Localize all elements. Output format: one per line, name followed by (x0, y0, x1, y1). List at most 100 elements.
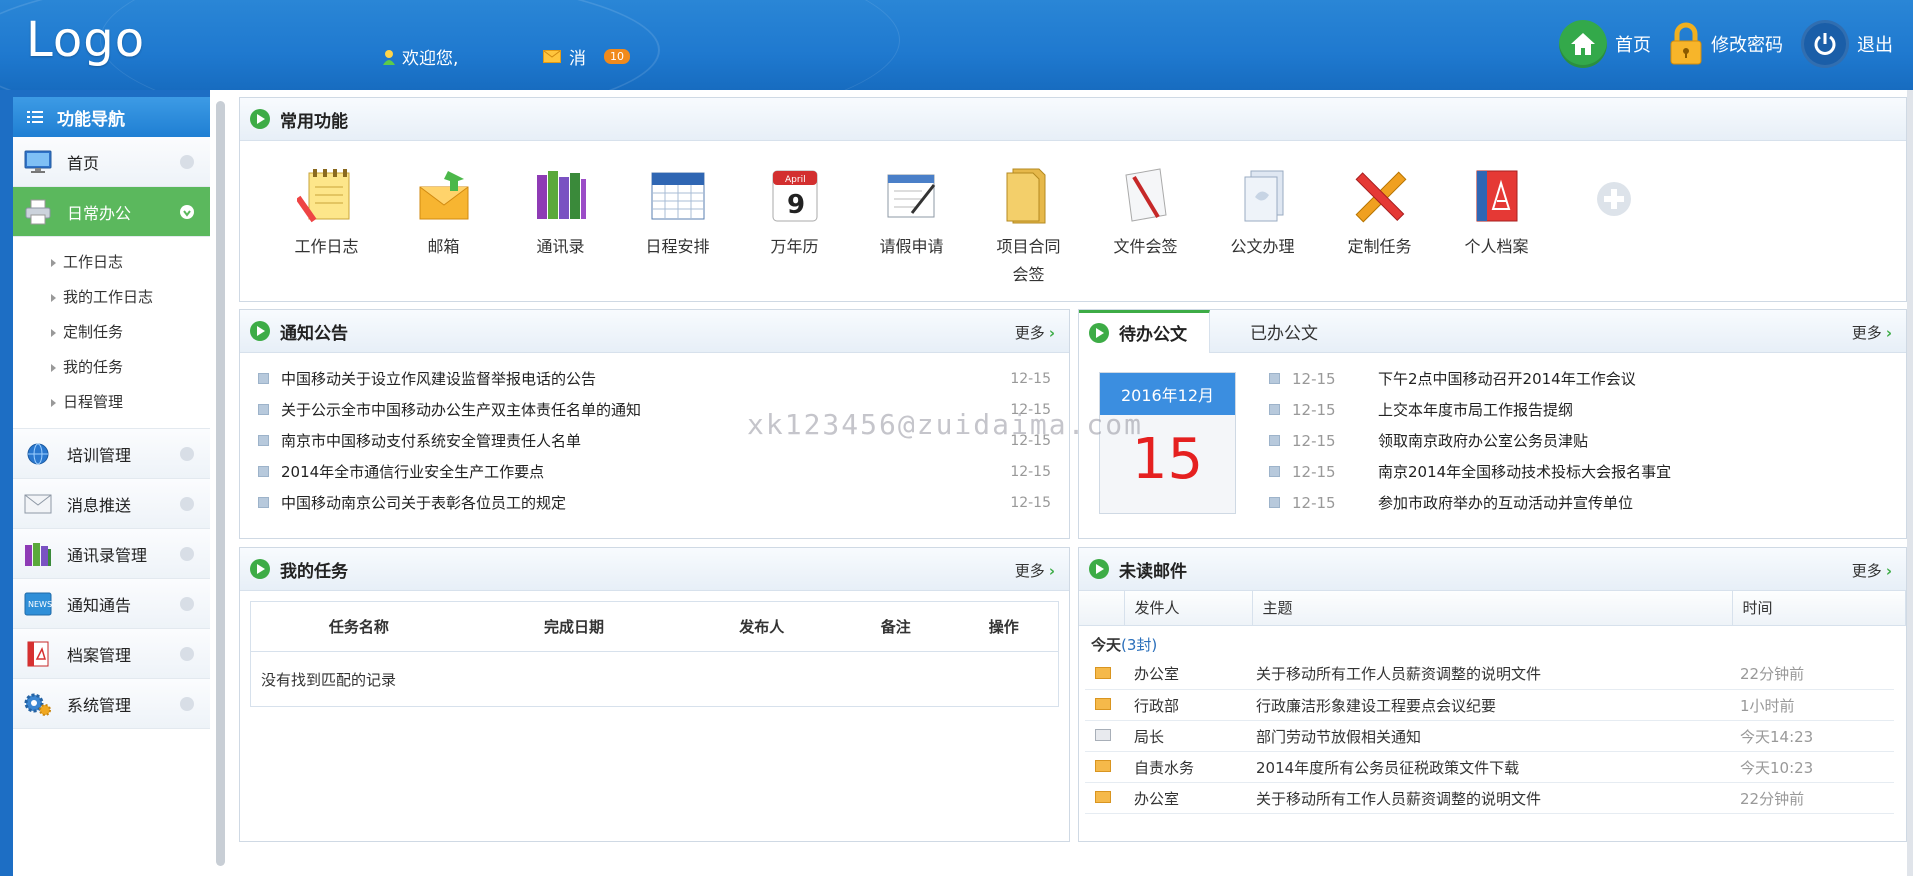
more-link[interactable]: 更多 › (1852, 322, 1892, 343)
column-header[interactable]: 备注 (842, 601, 950, 652)
mail-time: 22分钟前 (1730, 782, 1894, 814)
list-item[interactable]: 南京市中国移动支付系统安全管理责任人名单 12-15 (258, 425, 1051, 456)
sidebar-header: 功能导航 (13, 97, 210, 137)
sidebar-item-label: 消息推送 (67, 495, 132, 515)
bullet-icon (1269, 373, 1280, 384)
submenu-item[interactable]: 日程管理 (13, 385, 210, 420)
mail-table: 发件人 主题 时间 (1079, 591, 1906, 626)
list-item[interactable]: 12-15 下午2点中国移动召开2014年工作会议 (1269, 363, 1889, 394)
logout-button[interactable]: 退出 (1801, 20, 1893, 68)
submenu-item[interactable]: 我的任务 (13, 350, 210, 385)
add-shortcut-button[interactable] (1555, 165, 1672, 289)
submenu-item[interactable]: 我的工作日志 (13, 280, 210, 315)
sidebar-item-label: 档案管理 (67, 645, 132, 665)
tab-processed-documents[interactable]: 已办公文 (1210, 310, 1340, 353)
table-row[interactable]: 局长 部门劳动节放假相关通知 今天14:23 (1085, 720, 1894, 752)
pdf-icon (1476, 170, 1517, 222)
sidebar-item-contacts[interactable]: 通讯录管理 (13, 529, 210, 579)
column-header[interactable]: 完成日期 (466, 601, 682, 652)
shortcut-perpetual-calendar[interactable]: April 9 万年历 (736, 165, 853, 289)
tab-pending-documents[interactable]: 待办公文 (1079, 309, 1210, 353)
list-item[interactable]: 中国移动关于设立作风建设监督举报电话的公告 12-15 (258, 363, 1051, 394)
shortcut-label: 定制任务 (1347, 237, 1412, 256)
message-link[interactable]: 消 10 (543, 44, 630, 69)
panel-header: 待办公文 已办公文 更多 › (1079, 309, 1906, 353)
shortcut-schedule[interactable]: 日程安排 (619, 165, 736, 289)
sidebar-item-daily-office[interactable]: 日常办公 (13, 187, 210, 237)
shortcut-contacts[interactable]: 通讯录 (502, 165, 619, 289)
mail-subject: 部门劳动节放假相关通知 (1246, 720, 1730, 752)
list-item[interactable]: 12-15 领取南京政府办公室公务员津贴 (1269, 425, 1889, 456)
my-tasks-panel: 我的任务 更多 › 任务名称 完成日期 发布人 备注 操作 没有找到匹配的记录 (239, 547, 1070, 842)
doc-date: 12-15 (1292, 462, 1336, 481)
document-pen-icon (1124, 168, 1167, 222)
submenu-item[interactable]: 工作日志 (13, 245, 210, 280)
sidebar-item-training[interactable]: 培训管理 (13, 429, 210, 479)
more-label: 更多 (1014, 562, 1045, 580)
unread-mail-panel: 未读邮件 更多 › 发件人 主题 时间 今天(3封) 办公室 关于移动所有工作人员薪… (1078, 547, 1907, 842)
sidebar-scrollbar[interactable] (216, 101, 225, 866)
list-item[interactable]: 12-15 参加市政府举办的互动活动并宣传单位 (1269, 487, 1889, 518)
shortcut-file-signoff[interactable]: 文件会签 (1087, 165, 1204, 289)
notice-date: 12-15 (1010, 494, 1051, 511)
page-scrollbar[interactable] (1907, 90, 1913, 876)
more-link[interactable]: 更多 › (1015, 322, 1055, 343)
mail-time: 22分钟前 (1730, 658, 1894, 690)
mail-from: 行政部 (1124, 689, 1246, 721)
doc-date: 12-15 (1292, 369, 1336, 388)
message-label: 消 (569, 49, 586, 69)
date-calendar-widget: 2016年12月 15 (1099, 372, 1236, 514)
shortcut-personal-archive[interactable]: 个人档案 (1438, 165, 1555, 289)
play-icon (1089, 559, 1109, 579)
column-header[interactable]: 发件人 (1124, 591, 1253, 626)
panel-header: 未读邮件 更多 › (1079, 548, 1906, 591)
chevron-right-icon (180, 497, 194, 511)
list-item[interactable]: 中国移动南京公司关于表彰各位员工的规定 12-15 (258, 487, 1051, 518)
shortcut-work-log[interactable]: 工作日志 (268, 165, 385, 289)
chevron-right-icon (180, 597, 194, 611)
user-icon (383, 49, 395, 65)
more-link[interactable]: 更多 › (1852, 560, 1892, 581)
column-header[interactable]: 任务名称 (250, 601, 467, 652)
list-item[interactable]: 2014年全市通信行业安全生产工作要点 12-15 (258, 456, 1051, 487)
sidebar-item-label: 首页 (67, 153, 100, 173)
chevron-right-icon: › (1885, 562, 1892, 580)
chevron-right-icon: › (1048, 324, 1055, 342)
column-header[interactable]: 操作 (949, 601, 1059, 652)
column-header[interactable]: 时间 (1732, 591, 1906, 626)
table-row[interactable]: 办公室 关于移动所有工作人员薪资调整的说明文件 22分钟前 (1085, 782, 1894, 814)
group-count[interactable]: (3封) (1121, 636, 1157, 654)
mail-from: 局长 (1124, 720, 1246, 752)
sidebar-item-system[interactable]: 系统管理 (13, 679, 210, 729)
more-link[interactable]: 更多 › (1015, 560, 1055, 581)
submenu-item[interactable]: 定制任务 (13, 315, 210, 350)
list-item[interactable]: 关于公示全市中国移动办公生产双主体责任名单的通知 12-15 (258, 394, 1051, 425)
power-icon (1801, 20, 1849, 68)
change-password-button[interactable]: 修改密码 (1669, 22, 1783, 66)
shortcut-mailbox[interactable]: 邮箱 (385, 165, 502, 289)
sidebar-item-home[interactable]: 首页 (13, 137, 210, 187)
shortcut-leave-request[interactable]: 请假申请 (853, 165, 970, 289)
table-row[interactable]: 行政部 行政廉洁形象建设工程要点会议纪要 1小时前 (1085, 689, 1894, 721)
column-header[interactable]: 发布人 (681, 601, 843, 652)
chevron-right-icon (180, 447, 194, 461)
sidebar-item-archives[interactable]: 档案管理 (13, 629, 210, 679)
sidebar-item-message-push[interactable]: 消息推送 (13, 479, 210, 529)
sidebar-item-notices[interactable]: NEWS 通知通告 (13, 579, 210, 629)
table-row[interactable]: 办公室 关于移动所有工作人员薪资调整的说明文件 22分钟前 (1085, 658, 1894, 690)
home-button[interactable]: 首页 (1559, 20, 1651, 68)
message-count-badge: 10 (604, 49, 630, 64)
logo: Logo (26, 12, 146, 68)
notice-title: 关于公示全市中国移动办公生产双主体责任名单的通知 (281, 401, 642, 419)
shortcut-document-handling[interactable]: 公文办理 (1204, 165, 1321, 289)
list-item[interactable]: 12-15 南京2014年全国移动技术投标大会报名事宜 (1269, 456, 1889, 487)
unread-mail-icon (1095, 760, 1111, 772)
column-header[interactable]: 主题 (1252, 591, 1733, 626)
list-item[interactable]: 12-15 上交本年度市局工作报告提纲 (1269, 394, 1889, 425)
shortcut-custom-task[interactable]: 定制任务 (1321, 165, 1438, 289)
shortcut-contract-signoff[interactable]: 项目合同会签 (970, 165, 1087, 289)
shortcut-label: 万年历 (770, 237, 819, 256)
gears-icon (23, 690, 53, 718)
documents-icon (1244, 170, 1283, 222)
table-row[interactable]: 自责水务 2014年度所有公务员征税政策文件下载 今天10:23 (1085, 751, 1894, 783)
